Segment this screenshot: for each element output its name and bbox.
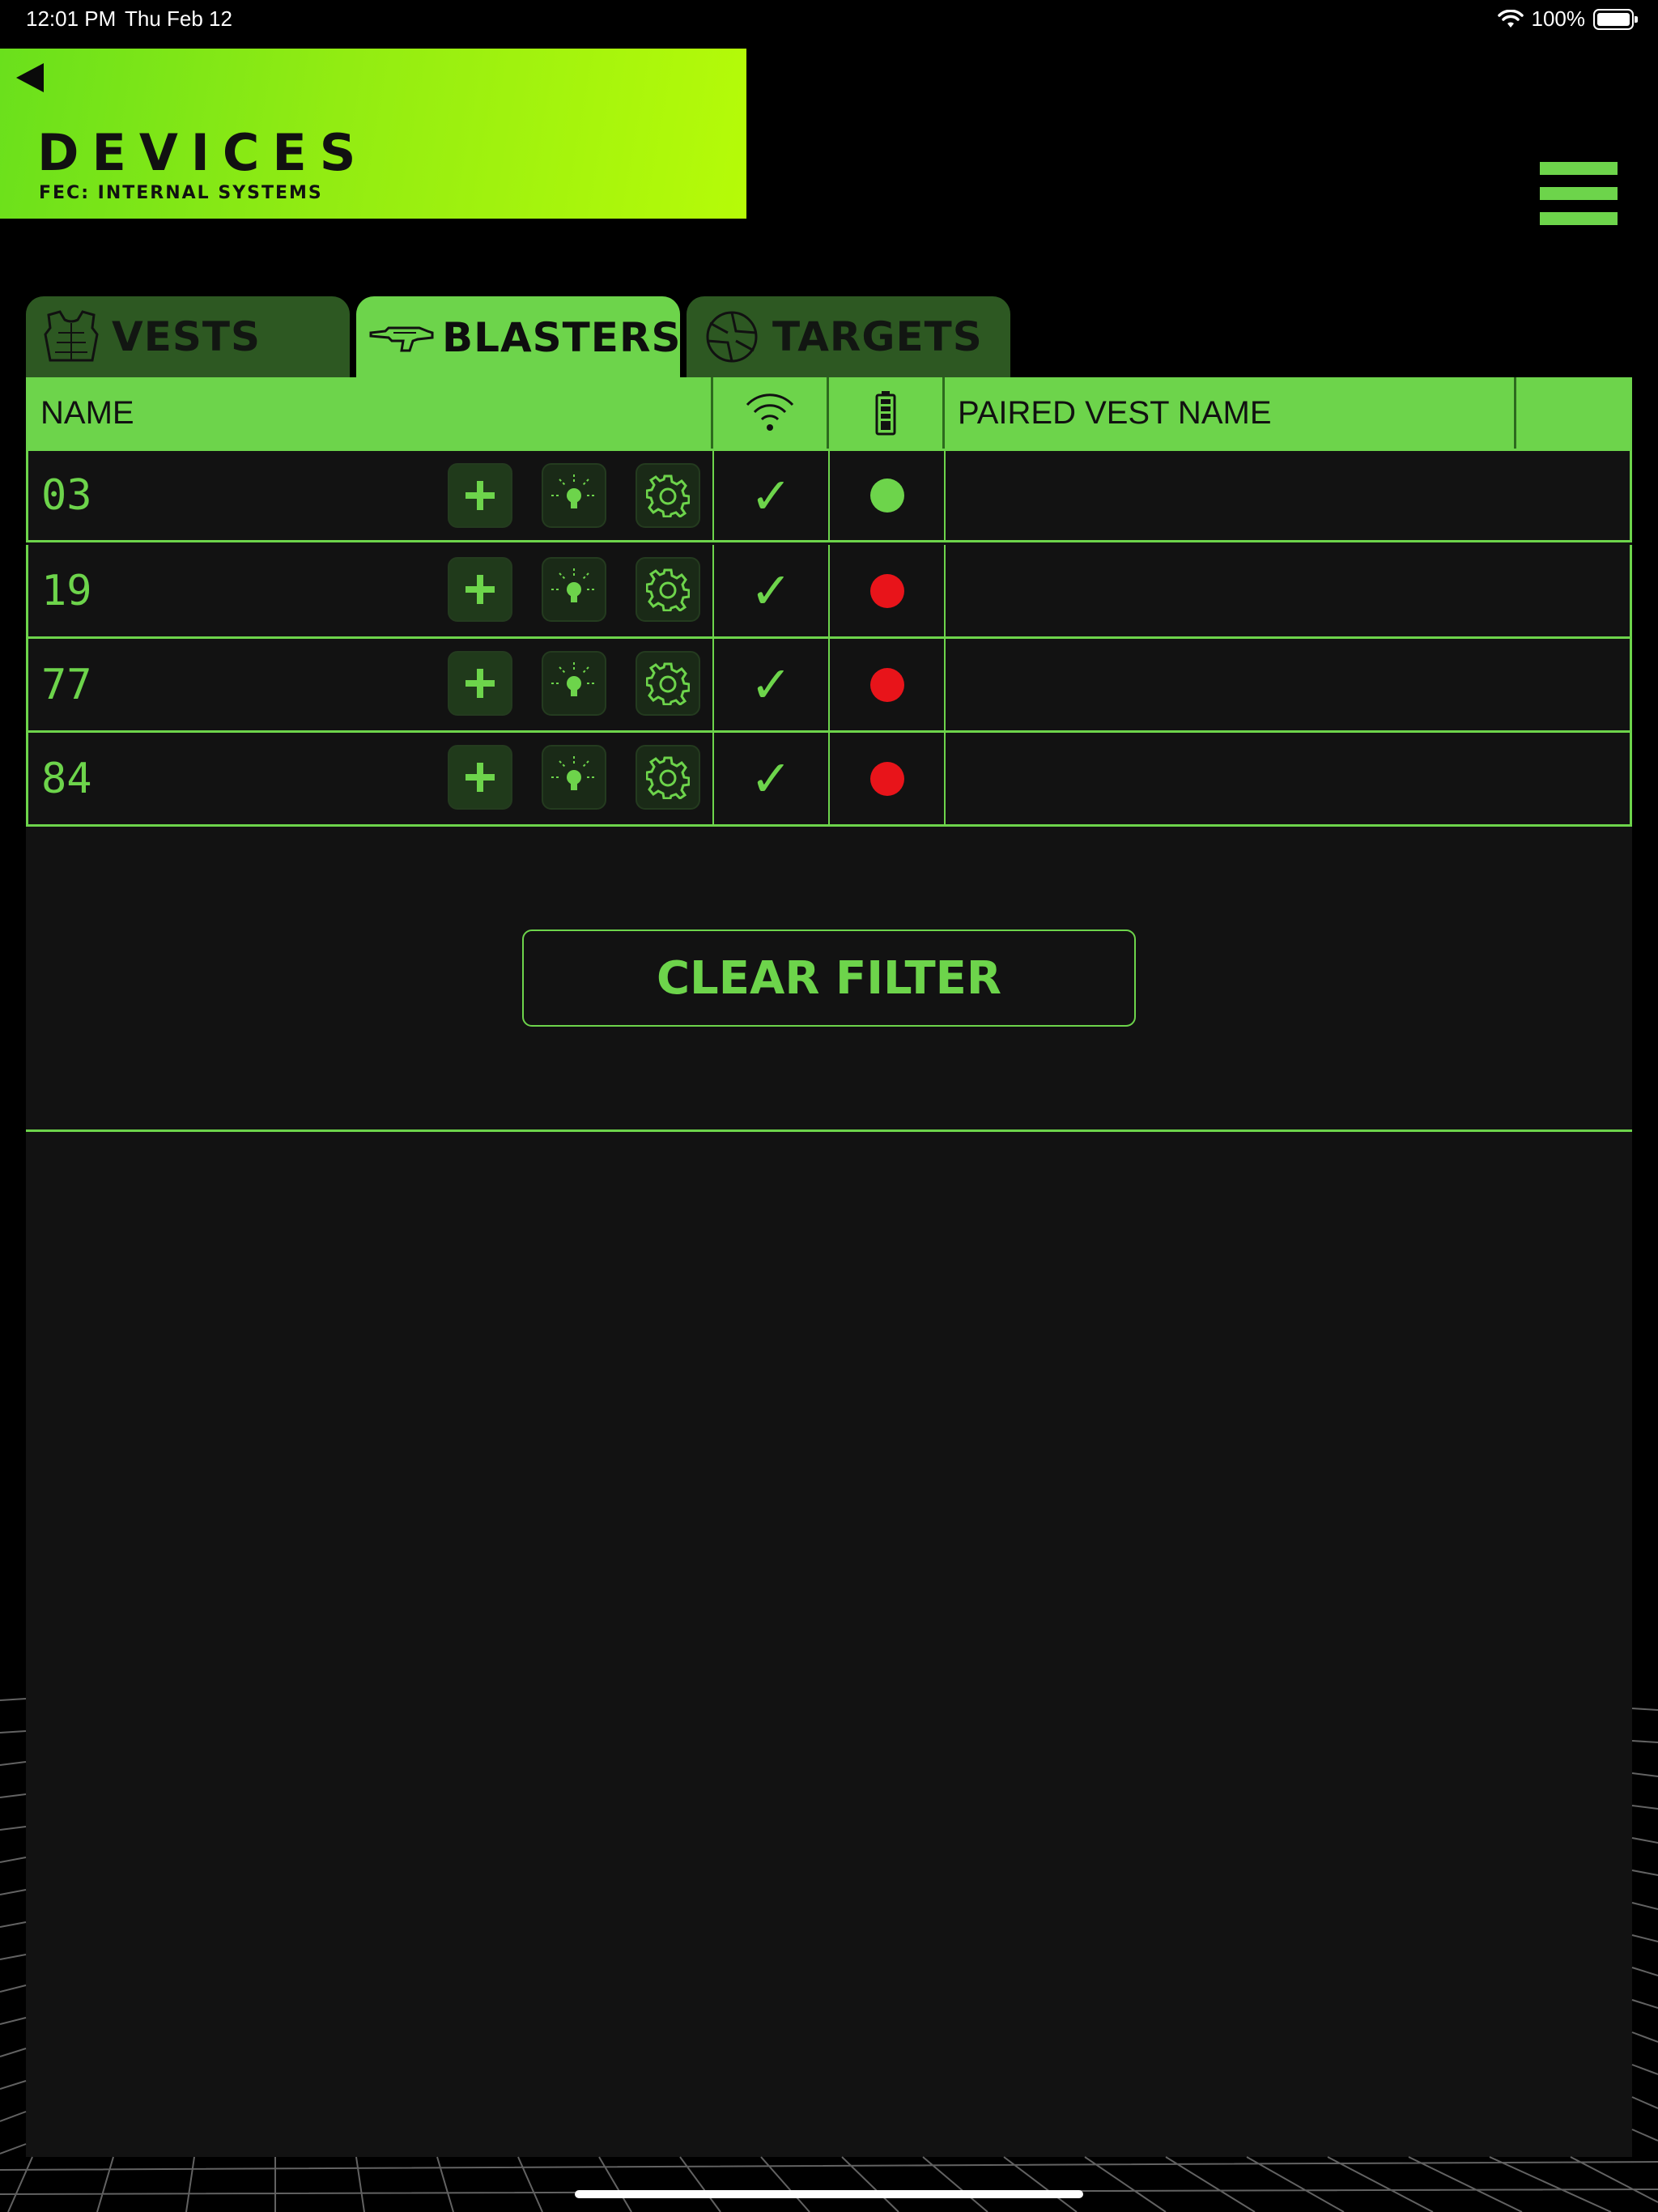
identify-light-button[interactable] — [542, 463, 606, 528]
name-cell: 84 — [28, 733, 714, 824]
column-header-extra — [1516, 377, 1632, 449]
tab-label: BLASTERS — [442, 314, 682, 361]
wifi-icon — [1497, 9, 1524, 28]
battery-cell — [830, 733, 946, 824]
menu-bar — [1540, 187, 1618, 200]
column-header-connection[interactable] — [713, 377, 829, 449]
column-header-paired-vest[interactable]: PAIRED VEST NAME — [945, 377, 1516, 449]
connection-cell: ✓ — [714, 545, 830, 636]
add-button[interactable] — [448, 745, 512, 810]
gear-icon — [646, 662, 690, 705]
add-icon — [466, 481, 495, 510]
battery-cell — [830, 639, 946, 730]
table-row[interactable]: 77 ✓ — [26, 639, 1632, 733]
add-button[interactable] — [448, 651, 512, 716]
header-banner: DEVICES FEC: INTERNAL SYSTEMS — [0, 49, 746, 219]
tab-blasters[interactable]: BLASTERS — [356, 296, 680, 379]
wireframe-floor-background — [0, 1698, 1658, 2212]
settings-button[interactable] — [636, 463, 700, 528]
column-header-name[interactable]: NAME — [26, 377, 713, 449]
hamburger-menu-button[interactable] — [1540, 162, 1618, 225]
paired-vest-cell — [946, 451, 1630, 540]
identify-light-button[interactable] — [542, 745, 606, 810]
column-header-battery[interactable] — [829, 377, 945, 449]
name-cell: 77 — [28, 639, 714, 730]
device-name: 84 — [41, 754, 92, 803]
light-bulb-icon — [551, 662, 597, 696]
target-icon — [699, 308, 764, 365]
settings-button[interactable] — [636, 651, 700, 716]
paired-vest-cell — [946, 733, 1630, 824]
connected-check: ✓ — [750, 561, 793, 620]
battery-cell — [830, 451, 946, 540]
device-name: 03 — [41, 471, 92, 520]
name-cell: 03 — [28, 451, 714, 540]
tab-label: VESTS — [112, 313, 261, 360]
table-row[interactable]: 19 ✓ — [26, 545, 1632, 639]
wifi-icon — [746, 393, 794, 431]
tab-targets[interactable]: TARGETS — [687, 296, 1010, 377]
add-icon — [466, 669, 495, 698]
status-indicators: 100% — [1497, 6, 1638, 32]
identify-light-button[interactable] — [542, 651, 606, 716]
add-icon — [466, 763, 495, 792]
battery-icon — [875, 391, 896, 436]
battery-status-dot — [869, 761, 904, 796]
paired-vest-cell — [946, 545, 1630, 636]
battery-status-dot — [869, 479, 904, 513]
page-subtitle: FEC: INTERNAL SYSTEMS — [39, 183, 323, 203]
connection-cell: ✓ — [714, 639, 830, 730]
battery-cell — [830, 545, 946, 636]
divider — [26, 1129, 1632, 1132]
status-time: 12:01 PM — [26, 6, 117, 31]
back-triangle-icon — [16, 63, 44, 92]
vest-icon — [39, 308, 104, 365]
tab-vests[interactable]: VESTS — [26, 296, 350, 377]
tab-label: TARGETS — [772, 313, 983, 360]
connected-check: ✓ — [750, 749, 793, 808]
table-header: NAME PAIRED VEST NAME — [26, 377, 1632, 449]
settings-button[interactable] — [636, 745, 700, 810]
table-row[interactable]: 03 ✓ — [26, 449, 1632, 542]
battery-status-dot — [869, 573, 904, 608]
back-button[interactable] — [13, 60, 49, 96]
connected-check: ✓ — [750, 466, 793, 525]
connection-cell: ✓ — [714, 451, 830, 540]
battery-status-dot — [869, 667, 904, 702]
battery-icon — [1593, 8, 1638, 30]
gear-icon — [646, 474, 690, 517]
clear-filter-button[interactable]: CLEAR FILTER — [522, 929, 1136, 1027]
light-bulb-icon — [551, 756, 597, 790]
paired-vest-cell — [946, 639, 1630, 730]
blaster-icon — [369, 309, 434, 366]
home-indicator[interactable] — [575, 2190, 1083, 2198]
connected-check: ✓ — [750, 655, 793, 714]
device-name: 19 — [41, 566, 92, 615]
page-title: DEVICES — [37, 123, 369, 182]
name-cell: 19 — [28, 545, 714, 636]
add-button[interactable] — [448, 463, 512, 528]
gear-icon — [646, 756, 690, 799]
battery-percent: 100% — [1531, 6, 1586, 31]
add-icon — [466, 575, 495, 604]
table-row[interactable]: 84 ✓ — [26, 733, 1632, 827]
menu-bar — [1540, 162, 1618, 175]
device-name: 77 — [41, 660, 92, 709]
connection-cell: ✓ — [714, 733, 830, 824]
menu-bar — [1540, 212, 1618, 225]
settings-button[interactable] — [636, 557, 700, 622]
gear-icon — [646, 568, 690, 611]
status-bar: 12:01 PM Thu Feb 12 100% — [0, 0, 1658, 42]
add-button[interactable] — [448, 557, 512, 622]
light-bulb-icon — [551, 474, 597, 508]
status-date: Thu Feb 12 — [125, 6, 232, 31]
light-bulb-icon — [551, 568, 597, 602]
identify-light-button[interactable] — [542, 557, 606, 622]
